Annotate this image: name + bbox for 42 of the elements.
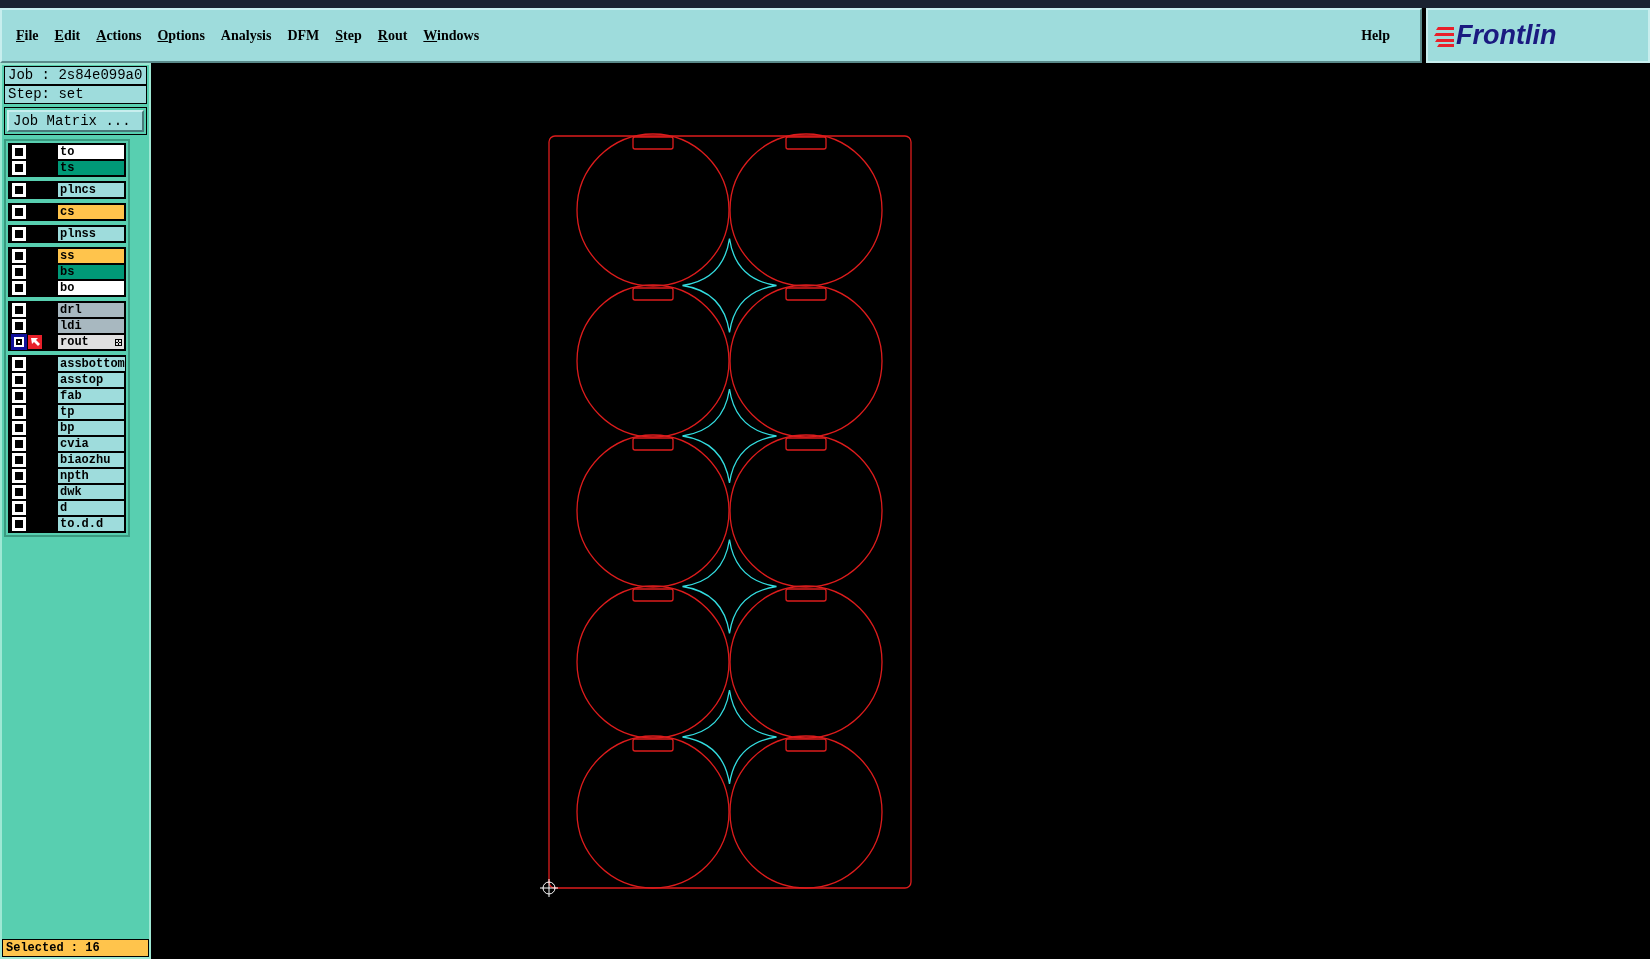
job-label: Job : 2s84e099a0 xyxy=(4,66,147,85)
layer-name[interactable]: biaozhu xyxy=(58,453,124,467)
layer-name[interactable]: tp xyxy=(58,405,124,419)
menu-item[interactable]: Windows xyxy=(423,27,480,44)
layer-name[interactable]: d xyxy=(58,501,124,515)
layer-name[interactable]: cvia xyxy=(58,437,124,451)
layer-name[interactable]: bp xyxy=(58,421,124,435)
layer-name[interactable]: ts xyxy=(58,161,124,175)
menu-item[interactable]: DFM xyxy=(287,27,320,44)
layer-name[interactable]: cs xyxy=(58,205,124,219)
menu-item[interactable]: Edit xyxy=(54,27,81,44)
layer-name[interactable]: ldi xyxy=(58,319,124,333)
layer-name[interactable]: plnss xyxy=(58,227,124,241)
menu-item[interactable]: Options xyxy=(157,27,205,44)
layer-name[interactable]: fab xyxy=(58,389,124,403)
menu-item[interactable]: Step xyxy=(335,27,362,44)
layer-name[interactable]: plncs xyxy=(58,183,124,197)
step-label: Step: set xyxy=(4,85,147,104)
layer-name[interactable]: npth xyxy=(58,469,124,483)
arrow-icon xyxy=(28,335,42,349)
status-bar: Selected : 16 xyxy=(2,939,149,957)
layer-name[interactable]: to.d.d xyxy=(58,517,124,531)
layer-name[interactable]: ss xyxy=(58,249,124,263)
layer-name[interactable]: drl xyxy=(58,303,124,317)
job-matrix-button[interactable]: Job Matrix ... xyxy=(7,110,144,132)
layer-name[interactable]: bo xyxy=(58,281,124,295)
logo: Frontlin xyxy=(1426,8,1650,63)
speed-lines-icon xyxy=(1434,24,1454,47)
layer-checkbox[interactable] xyxy=(11,334,27,350)
origin-crosshair-icon xyxy=(539,878,559,898)
layer-name[interactable]: rout xyxy=(58,335,124,349)
layer-name[interactable]: bs xyxy=(58,265,124,279)
menu-item[interactable]: Analysis xyxy=(220,27,272,44)
layer-name[interactable]: assbottom xyxy=(58,357,125,371)
expand-icon xyxy=(115,339,122,346)
layer-name[interactable]: dwk xyxy=(58,485,124,499)
layer-name[interactable]: to xyxy=(58,145,124,159)
menu-item[interactable]: Actions xyxy=(96,27,142,44)
menu-item[interactable]: Rout xyxy=(377,27,408,44)
help-menu[interactable]: Help xyxy=(1361,27,1390,44)
layer-name[interactable]: asstop xyxy=(58,373,124,387)
menu-item[interactable]: File xyxy=(16,27,39,44)
